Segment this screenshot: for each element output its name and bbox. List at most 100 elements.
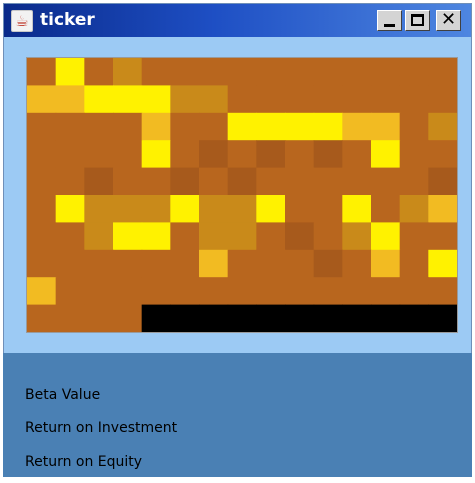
heatmap-cell[interactable] [256,222,286,251]
heatmap-cell[interactable] [27,85,57,114]
heatmap-cell[interactable] [227,222,257,251]
heatmap-cell[interactable] [113,140,143,169]
heatmap-cell[interactable] [113,112,143,141]
heatmap-cell[interactable] [428,140,457,169]
heatmap-cell[interactable] [55,58,85,86]
heatmap-cell[interactable] [313,58,343,86]
heatmap-cell[interactable] [141,58,171,86]
heatmap-cell[interactable] [227,140,257,169]
heatmap-cell[interactable] [256,167,286,196]
heatmap-cell[interactable] [199,167,229,196]
heatmap-cell[interactable] [399,249,429,278]
heatmap-cell[interactable] [141,222,171,251]
heatmap-cell[interactable] [227,304,257,332]
heatmap-cell[interactable] [170,140,200,169]
heatmap-cell[interactable] [342,85,372,114]
heatmap-cell[interactable] [342,277,372,306]
heatmap-cell[interactable] [84,112,114,141]
heatmap-cell[interactable] [371,249,401,278]
heatmap-cell[interactable] [256,277,286,306]
heatmap-cell[interactable] [170,222,200,251]
heatmap-cell[interactable] [27,304,57,332]
heatmap-cell[interactable] [27,249,57,278]
heatmap-cell[interactable] [27,167,57,196]
heatmap-cell[interactable] [342,112,372,141]
heatmap-cell[interactable] [141,277,171,306]
heatmap-cell[interactable] [371,277,401,306]
heatmap-cell[interactable] [342,222,372,251]
heatmap-cell[interactable] [227,112,257,141]
heatmap-cell[interactable] [256,85,286,114]
heatmap-cell[interactable] [227,85,257,114]
heatmap-cell[interactable] [342,167,372,196]
heatmap-cell[interactable] [84,222,114,251]
java-cup-icon[interactable]: ☕ [11,10,33,32]
heatmap-cell[interactable] [399,277,429,306]
heatmap-cell[interactable] [113,195,143,223]
heatmap-cell[interactable] [27,222,57,251]
heatmap-cell[interactable] [285,222,315,251]
close-button[interactable]: ✕ [436,9,461,31]
heatmap-cell[interactable] [285,112,315,141]
heatmap-cell[interactable] [342,304,372,332]
heatmap-cell[interactable] [285,85,315,114]
heatmap-cell[interactable] [313,277,343,306]
heatmap-cell[interactable] [227,277,257,306]
heatmap-cell[interactable] [113,304,143,332]
heatmap-cell[interactable] [256,58,286,86]
heatmap-cell[interactable] [170,58,200,86]
heatmap-cell[interactable] [227,195,257,223]
heatmap-cell[interactable] [256,140,286,169]
heatmap-cell[interactable] [113,222,143,251]
heatmap-cell[interactable] [342,249,372,278]
heatmap-cell[interactable] [313,112,343,141]
heatmap-cell[interactable] [84,58,114,86]
heatmap-cell[interactable] [170,112,200,141]
heatmap-cell[interactable] [113,85,143,114]
heatmap-cell[interactable] [141,167,171,196]
heatmap-cell[interactable] [199,140,229,169]
heatmap-cell[interactable] [84,277,114,306]
heatmap-cell[interactable] [141,195,171,223]
heatmap-cell[interactable] [84,304,114,332]
heatmap-cell[interactable] [141,112,171,141]
heatmap-cell[interactable] [428,304,457,332]
heatmap-cell[interactable] [428,277,457,306]
heatmap-cell[interactable] [55,112,85,141]
heatmap-cell[interactable] [141,304,171,332]
heatmap-cell[interactable] [141,140,171,169]
heatmap-cell[interactable] [428,167,457,196]
heatmap-cell[interactable] [199,249,229,278]
heatmap-cell[interactable] [399,222,429,251]
heatmap-cell[interactable] [199,85,229,114]
heatmap-cell[interactable] [371,140,401,169]
heatmap-cell[interactable] [256,249,286,278]
heatmap-cell[interactable] [84,249,114,278]
heatmap-cell[interactable] [256,304,286,332]
heatmap-cell[interactable] [285,195,315,223]
heatmap-cell[interactable] [55,85,85,114]
heatmap-cell[interactable] [199,195,229,223]
heatmap-cell[interactable] [285,249,315,278]
heatmap-cell[interactable] [170,304,200,332]
heatmap-cell[interactable] [313,195,343,223]
heatmap-cell[interactable] [27,195,57,223]
title-bar[interactable]: ☕ ticker ✕ [4,4,471,37]
heatmap-cell[interactable] [113,277,143,306]
heatmap-cell[interactable] [113,167,143,196]
heatmap-cell[interactable] [371,167,401,196]
heatmap-cell[interactable] [371,112,401,141]
heatmap-cell[interactable] [170,195,200,223]
heatmap-cell[interactable] [399,167,429,196]
heatmap-cell[interactable] [55,167,85,196]
heatmap-cell[interactable] [55,222,85,251]
heatmap-cell[interactable] [428,249,457,278]
heatmap-cell[interactable] [227,58,257,86]
heatmap-cell[interactable] [55,304,85,332]
heatmap-cell[interactable] [342,140,372,169]
heatmap-cell[interactable] [55,195,85,223]
minimize-button[interactable] [377,10,402,31]
heatmap-cell[interactable] [399,58,429,86]
heatmap-cell[interactable] [141,249,171,278]
heatmap-cell[interactable] [399,304,429,332]
